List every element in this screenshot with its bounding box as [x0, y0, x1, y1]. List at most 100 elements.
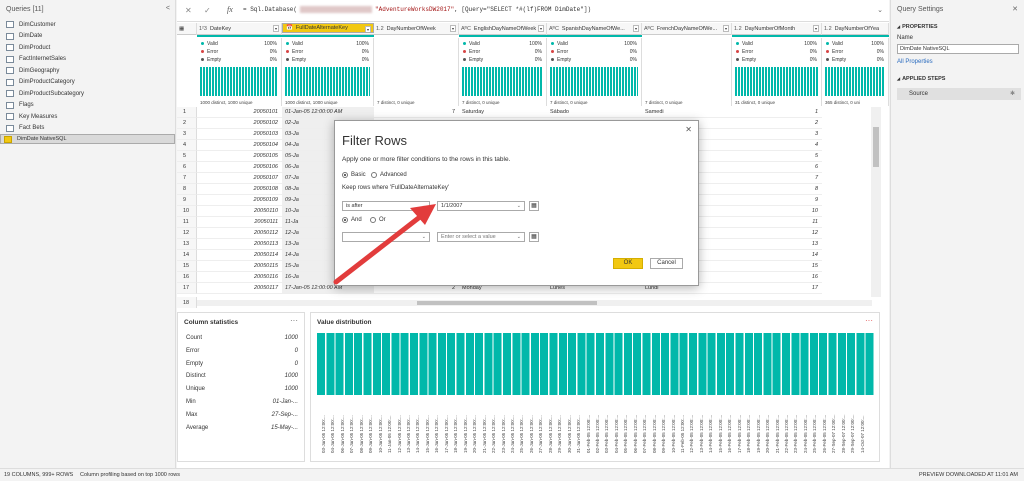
all-properties-link[interactable]: All Properties — [897, 59, 933, 65]
datekey-cell[interactable]: 20050108 — [197, 184, 282, 195]
value-input-2[interactable]: Enter or select a value ⌄ — [437, 232, 525, 242]
datekey-cell[interactable]: 20050103 — [197, 129, 282, 140]
operator-select-1[interactable]: is after ⌄ — [342, 201, 430, 211]
row-number[interactable]: 2 — [177, 118, 197, 129]
daynumberofmonth-cell[interactable]: 15 — [732, 261, 822, 272]
cancel-button[interactable]: Cancel — [650, 258, 683, 269]
value-input-1[interactable]: 1/1/2007 ⌄ — [437, 201, 525, 211]
daynumberofmonth-cell[interactable]: 9 — [732, 195, 822, 206]
daynumberofmonth-cell[interactable]: 3 — [732, 129, 822, 140]
row-number[interactable]: 16 — [177, 272, 197, 283]
datekey-cell[interactable]: 20050112 — [197, 228, 282, 239]
query-item[interactable]: DimDate — [0, 31, 175, 42]
vertical-scrollbar[interactable] — [871, 107, 881, 297]
row-number[interactable]: 10 — [177, 206, 197, 217]
column-type-icon[interactable]: AᴮC — [644, 26, 654, 32]
french-day-cell[interactable]: Samedi — [642, 107, 732, 118]
row-number[interactable]: 7 — [177, 173, 197, 184]
datekey-cell[interactable]: 20050106 — [197, 162, 282, 173]
daynumberofmonth-cell[interactable]: 6 — [732, 162, 822, 173]
datekey-cell[interactable]: 20050104 — [197, 140, 282, 151]
row-number[interactable]: 14 — [177, 250, 197, 261]
query-item[interactable]: Key Measures — [0, 111, 175, 122]
and-radio[interactable]: And — [342, 217, 362, 223]
collapse-pane-button[interactable]: < — [166, 5, 170, 12]
daynumberofmonth-cell[interactable]: 13 — [732, 239, 822, 250]
column-header[interactable]: 1.2 DayNumberOfYea — [822, 23, 889, 35]
daynumberofmonth-cell[interactable]: 14 — [732, 250, 822, 261]
query-item[interactable]: DimProductCategory — [0, 77, 175, 88]
datekey-cell[interactable]: 20050111 — [197, 217, 282, 228]
filter-dropdown-icon[interactable]: ▾ — [813, 25, 819, 32]
datekey-cell[interactable]: 20050114 — [197, 250, 282, 261]
query-item[interactable]: DimCustomer — [0, 19, 175, 30]
datekey-cell[interactable]: 20050101 — [197, 107, 282, 118]
daynumberofmonth-cell[interactable]: 16 — [732, 272, 822, 283]
daynumberofmonth-cell[interactable]: 4 — [732, 140, 822, 151]
column-header[interactable]: 1.2 DayNumberOfWeek ▾ — [374, 23, 459, 35]
row-number[interactable]: 1 — [177, 107, 197, 118]
close-icon[interactable]: ✕ — [685, 125, 692, 134]
datekey-cell[interactable]: 20050117 — [197, 283, 282, 294]
calendar-icon[interactable]: ▦ — [529, 232, 539, 242]
column-header[interactable]: 1²3 DateKey ▾ — [197, 23, 282, 35]
table-menu-icon[interactable]: ▦ — [177, 23, 197, 35]
query-item[interactable]: DimProductSubcategory — [0, 88, 175, 99]
datekey-cell[interactable]: 20050113 — [197, 239, 282, 250]
filter-dropdown-icon[interactable]: ▾ — [538, 25, 544, 32]
basic-radio[interactable]: Basic — [342, 172, 366, 178]
daynumberofmonth-cell[interactable]: 1 — [732, 107, 822, 118]
filter-dropdown-icon[interactable]: ▾ — [633, 25, 639, 32]
gear-icon[interactable]: ✱ — [1010, 90, 1015, 97]
query-item[interactable]: Flags — [0, 100, 175, 111]
row-number[interactable]: 9 — [177, 195, 197, 206]
filter-dropdown-icon[interactable]: ▾ — [450, 25, 456, 32]
daynumberofmonth-cell[interactable]: 5 — [732, 151, 822, 162]
row-number[interactable]: 5 — [177, 151, 197, 162]
date-cell[interactable]: 01-Jan-05 12:00:00 AM — [282, 107, 374, 118]
column-header[interactable]: AᴮC SpanishDayNameOfWe... ▾ — [547, 23, 642, 35]
daynumberofmonth-cell[interactable]: 11 — [732, 217, 822, 228]
column-header[interactable]: 1.2 DayNumberOfMonth ▾ — [732, 23, 822, 35]
daynumberofmonth-cell[interactable]: 2 — [732, 118, 822, 129]
filter-dropdown-icon[interactable]: ▾ — [365, 26, 371, 32]
spanish-day-cell[interactable]: Sábado — [547, 107, 642, 118]
datekey-cell[interactable]: 20050116 — [197, 272, 282, 283]
daynumberofmonth-cell[interactable]: 12 — [732, 228, 822, 239]
daynumberofmonth-cell[interactable]: 8 — [732, 184, 822, 195]
column-header[interactable]: AᴮC FrenchDayNameOfWe... ▾ — [642, 23, 732, 35]
datekey-cell[interactable]: 20050115 — [197, 261, 282, 272]
ok-button[interactable]: OK — [613, 258, 643, 269]
column-header[interactable]: 📅 FullDateAlternateKey ▾ — [282, 23, 374, 33]
daynumberofmonth-cell[interactable]: 10 — [732, 206, 822, 217]
column-header[interactable]: AᴮC EnglishDayNameOfWeek ▾ — [459, 23, 547, 35]
applied-step-source[interactable]: Source ✱ — [897, 88, 1021, 100]
formula-text[interactable]: = Sql.Database("AdventureWorksDW2017", [… — [243, 6, 591, 13]
row-number[interactable]: 8 — [177, 184, 197, 195]
column-type-icon[interactable]: AᴮC — [461, 26, 471, 32]
close-icon[interactable]: ✕ — [1012, 5, 1018, 13]
query-item[interactable]: DimGeography — [0, 65, 175, 76]
row-number[interactable]: 13 — [177, 239, 197, 250]
row-number[interactable]: 17 — [177, 283, 197, 294]
row-number[interactable]: 3 — [177, 129, 197, 140]
daynumber-cell[interactable]: 7 — [374, 107, 459, 118]
datekey-cell[interactable]: 20050107 — [197, 173, 282, 184]
query-item[interactable]: DimDate NativeSQL — [0, 134, 175, 144]
column-type-icon[interactable]: AᴮC — [549, 26, 559, 32]
expand-formula-icon[interactable]: ⌄ — [877, 6, 883, 14]
column-type-icon[interactable]: 📅 — [286, 24, 293, 32]
query-name-input[interactable]: DimDate NativeSQL — [897, 44, 1019, 54]
advanced-radio[interactable]: Advanced — [371, 172, 407, 178]
column-type-icon[interactable]: 1.2 — [824, 26, 832, 32]
row-number[interactable]: 11 — [177, 217, 197, 228]
query-item[interactable]: FactInternetSales — [0, 54, 175, 65]
query-item[interactable]: DimProduct — [0, 42, 175, 53]
filter-dropdown-icon[interactable]: ▾ — [273, 25, 279, 32]
operator-select-2[interactable]: ⌄ — [342, 232, 430, 242]
row-number[interactable]: 12 — [177, 228, 197, 239]
row-number[interactable]: 6 — [177, 162, 197, 173]
datekey-cell[interactable]: 20050105 — [197, 151, 282, 162]
query-item[interactable]: Fact Bets — [0, 123, 175, 134]
row-number[interactable]: 4 — [177, 140, 197, 151]
